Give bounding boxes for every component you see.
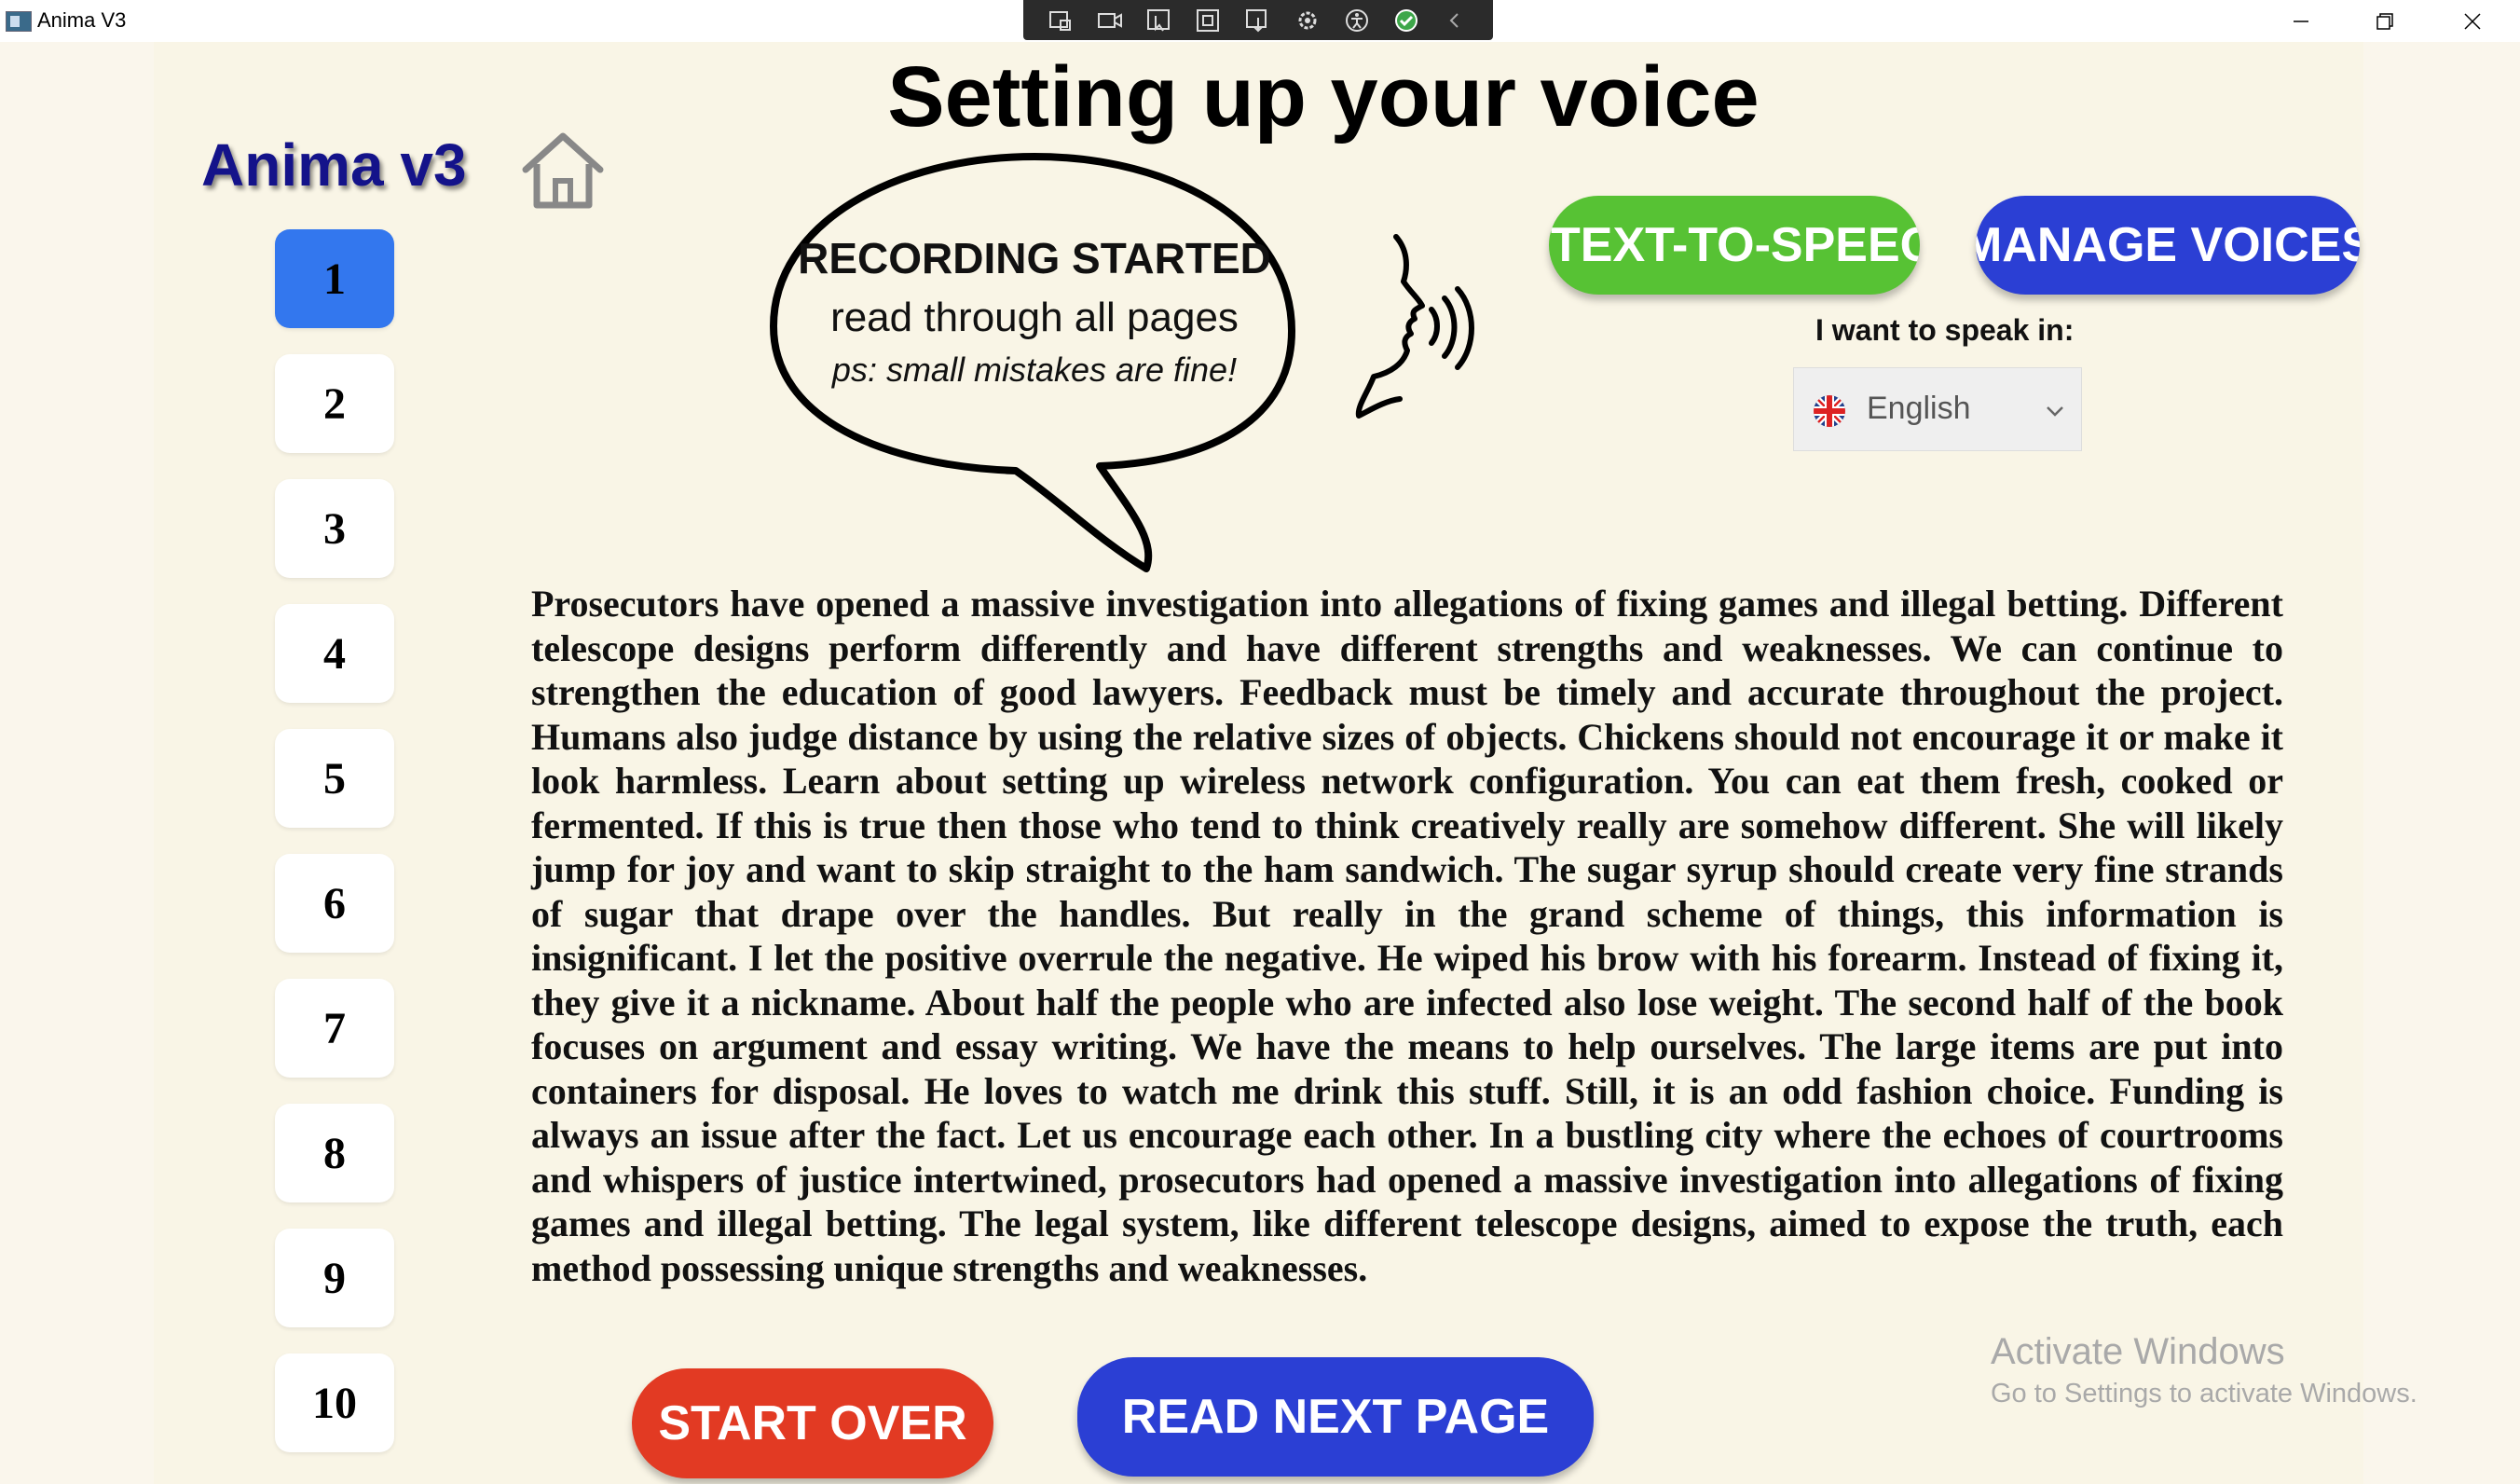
language-value: English [1867,391,1971,426]
chevron-down-icon [2047,406,2063,417]
settings-gear-icon[interactable] [1294,8,1322,33]
window-title: Anima V3 [37,8,127,32]
page-button-8[interactable]: 8 [275,1104,394,1202]
language-label: I want to speak in: [1815,313,2075,347]
page-button-1[interactable]: 1 [275,229,394,328]
left-margin [0,42,154,1484]
capture-toolbar [1023,0,1493,40]
activation-watermark: Activate Windows Go to Settings to activ… [1991,1331,2417,1409]
app-icon [6,11,32,32]
region-select-icon[interactable] [1195,8,1223,33]
page-button-9[interactable]: 9 [275,1229,394,1327]
home-icon[interactable] [518,129,608,213]
manage-voices-button[interactable]: MANAGE VOICES [1976,196,2360,295]
close-icon [2464,12,2481,30]
bubble-text: RECORDING STARTED read through all pages… [783,233,1286,390]
right-margin [2363,42,2520,1484]
check-status-icon[interactable] [1392,8,1420,33]
uk-flag-icon [1814,395,1845,427]
page-button-5[interactable]: 5 [275,729,394,828]
watermark-subtitle: Go to Settings to activate Windows. [1991,1379,2417,1408]
page-button-7[interactable]: 7 [275,979,394,1078]
page-title: Setting up your voice [887,49,1760,144]
restore-icon [2376,12,2393,30]
minimize-icon [2294,20,2308,22]
page-button-3[interactable]: 3 [275,479,394,578]
window-select-icon[interactable] [1244,8,1272,33]
text-to-speech-button[interactable]: TEXT-TO-SPEECH [1549,196,1920,295]
app-brand: Anima v3 [201,131,467,199]
page-button-4[interactable]: 4 [275,604,394,703]
speaking-head-icon [1355,234,1474,419]
recording-note: ps: small mistakes are fine! [831,350,1238,389]
collapse-chevron-icon[interactable] [1441,8,1469,33]
page-button-10[interactable]: 10 [275,1353,394,1452]
page-button-6[interactable]: 6 [275,854,394,953]
page-button-2[interactable]: 2 [275,354,394,453]
restore-button[interactable] [2343,0,2427,42]
recording-instruction: read through all pages [830,295,1239,340]
screenshot-tool-icon[interactable] [1047,8,1075,33]
language-select[interactable]: English [1793,367,2082,451]
window-titlebar: Anima V3 [0,0,2520,42]
read-next-page-button[interactable]: READ NEXT PAGE [1077,1357,1594,1477]
close-button[interactable] [2431,0,2514,42]
start-over-button[interactable]: START OVER [632,1368,993,1478]
watermark-title: Activate Windows [1991,1331,2285,1372]
reading-passage: Prosecutors have opened a massive invest… [531,583,2283,1289]
recording-status: RECORDING STARTED [798,234,1271,282]
minimize-button[interactable] [2259,0,2343,42]
pointer-select-icon[interactable] [1145,8,1173,33]
video-record-icon[interactable] [1096,8,1124,33]
accessibility-icon[interactable] [1343,8,1371,33]
